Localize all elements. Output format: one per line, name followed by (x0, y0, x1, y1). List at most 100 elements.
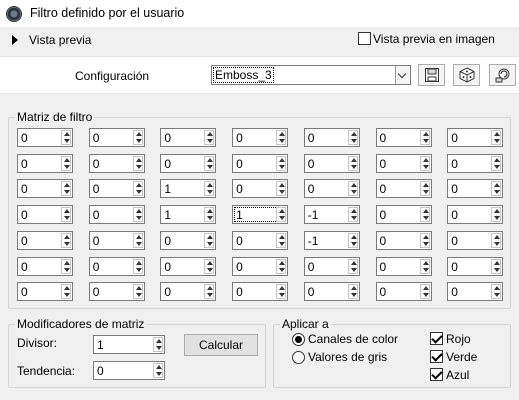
spinner-icon[interactable] (491, 155, 502, 171)
spinner-icon[interactable] (419, 284, 430, 300)
spinner-icon[interactable] (132, 155, 143, 171)
spinner-icon[interactable] (204, 181, 215, 197)
matrix-cell[interactable]: 0 (447, 230, 504, 250)
matrix-cell[interactable]: 1 (160, 179, 217, 199)
spinner-icon[interactable] (276, 155, 287, 171)
spinner-icon[interactable] (204, 155, 215, 171)
spinner-icon[interactable] (132, 284, 143, 300)
matrix-cell[interactable]: 0 (375, 282, 432, 302)
spinner-icon[interactable] (204, 284, 215, 300)
matrix-cell[interactable]: 0 (88, 128, 145, 147)
matrix-cell[interactable]: 0 (160, 128, 217, 147)
calculate-button[interactable]: Calcular (184, 334, 258, 356)
matrix-cell[interactable]: 0 (160, 230, 217, 250)
matrix-cell[interactable]: 0 (447, 153, 504, 173)
spinner-icon[interactable] (61, 284, 71, 300)
random-preset-button[interactable] (453, 64, 480, 86)
green-label[interactable]: Verde (446, 350, 477, 364)
spinner-icon[interactable] (204, 207, 215, 223)
spinner-icon[interactable] (61, 258, 71, 274)
spinner-icon[interactable] (153, 337, 163, 352)
color-channels-label[interactable]: Canales de color (308, 332, 398, 346)
matrix-cell[interactable]: 0 (17, 282, 73, 302)
matrix-cell[interactable]: 0 (232, 179, 289, 199)
matrix-cell[interactable]: 0 (303, 153, 360, 173)
expand-triangle-icon[interactable] (12, 35, 18, 45)
spinner-icon[interactable] (61, 130, 71, 145)
green-checkbox[interactable] (430, 350, 443, 363)
spinner-icon[interactable] (276, 258, 287, 274)
spinner-icon[interactable] (61, 155, 71, 171)
matrix-cell[interactable]: 0 (88, 205, 145, 225)
gray-values-radio[interactable] (292, 351, 305, 364)
matrix-cell[interactable]: 0 (160, 256, 217, 276)
reset-preset-button[interactable] (489, 64, 516, 86)
matrix-cell[interactable]: 0 (160, 153, 217, 173)
image-preview-checkbox[interactable] (358, 32, 371, 45)
spinner-icon[interactable] (419, 155, 430, 171)
save-preset-button[interactable] (418, 64, 445, 86)
matrix-cell[interactable]: 0 (88, 256, 145, 276)
matrix-cell[interactable]: 0 (232, 153, 289, 173)
matrix-cell[interactable]: 0 (232, 128, 289, 147)
matrix-cell[interactable]: 0 (303, 256, 360, 276)
preview-label[interactable]: Vista previa (29, 33, 91, 47)
spinner-icon[interactable] (347, 258, 358, 274)
matrix-cell[interactable]: 0 (88, 282, 145, 302)
matrix-cell[interactable]: -1 (303, 205, 360, 225)
spinner-icon[interactable] (347, 130, 358, 145)
matrix-cell[interactable]: 0 (17, 205, 73, 225)
color-channels-radio[interactable] (292, 333, 305, 346)
matrix-cell[interactable]: 0 (232, 230, 289, 250)
spinner-icon[interactable] (491, 232, 502, 248)
spinner-icon[interactable] (276, 181, 287, 197)
matrix-cell[interactable]: 0 (17, 179, 73, 199)
matrix-cell[interactable]: 0 (303, 128, 360, 147)
matrix-cell[interactable]: 0 (232, 282, 289, 302)
spinner-icon[interactable] (491, 258, 502, 274)
matrix-cell[interactable]: 0 (17, 128, 73, 147)
spinner-icon[interactable] (61, 181, 71, 197)
spinner-icon[interactable] (132, 130, 143, 145)
matrix-cell[interactable]: 0 (447, 179, 504, 199)
spinner-icon[interactable] (276, 130, 287, 145)
matrix-cell[interactable]: 0 (375, 205, 432, 225)
spinner-icon[interactable] (491, 207, 502, 223)
spinner-icon[interactable] (491, 284, 502, 300)
matrix-cell[interactable]: 0 (88, 179, 145, 199)
spinner-icon[interactable] (347, 284, 358, 300)
spinner-icon[interactable] (61, 232, 71, 248)
matrix-cell[interactable]: 0 (232, 256, 289, 276)
matrix-cell[interactable]: 0 (375, 128, 432, 147)
spinner-icon[interactable] (153, 363, 163, 378)
red-label[interactable]: Rojo (446, 332, 471, 346)
spinner-icon[interactable] (276, 207, 287, 223)
matrix-cell[interactable]: 0 (160, 282, 217, 302)
spinner-icon[interactable] (347, 207, 358, 223)
matrix-cell[interactable]: 0 (375, 256, 432, 276)
spinner-icon[interactable] (491, 130, 502, 145)
gray-values-label[interactable]: Valores de gris (308, 350, 387, 364)
bias-input[interactable]: 0 (93, 361, 165, 380)
matrix-cell[interactable]: 0 (375, 153, 432, 173)
blue-checkbox[interactable] (430, 368, 443, 381)
spinner-icon[interactable] (419, 181, 430, 197)
spinner-icon[interactable] (419, 207, 430, 223)
matrix-cell[interactable]: 0 (88, 230, 145, 250)
matrix-cell[interactable]: 0 (447, 205, 504, 225)
spinner-icon[interactable] (132, 232, 143, 248)
image-preview-label[interactable]: Vista previa en imagen (373, 32, 495, 46)
spinner-icon[interactable] (276, 232, 287, 248)
matrix-cell[interactable]: 0 (375, 230, 432, 250)
matrix-cell[interactable]: 0 (303, 179, 360, 199)
matrix-cell[interactable]: 0 (447, 128, 504, 147)
spinner-icon[interactable] (132, 258, 143, 274)
matrix-cell[interactable]: 0 (17, 230, 73, 250)
spinner-icon[interactable] (204, 232, 215, 248)
matrix-cell[interactable]: 1 (160, 205, 217, 225)
spinner-icon[interactable] (419, 232, 430, 248)
spinner-icon[interactable] (276, 284, 287, 300)
matrix-cell[interactable]: 1 (232, 205, 289, 225)
matrix-cell[interactable]: 0 (17, 256, 73, 276)
spinner-icon[interactable] (347, 181, 358, 197)
